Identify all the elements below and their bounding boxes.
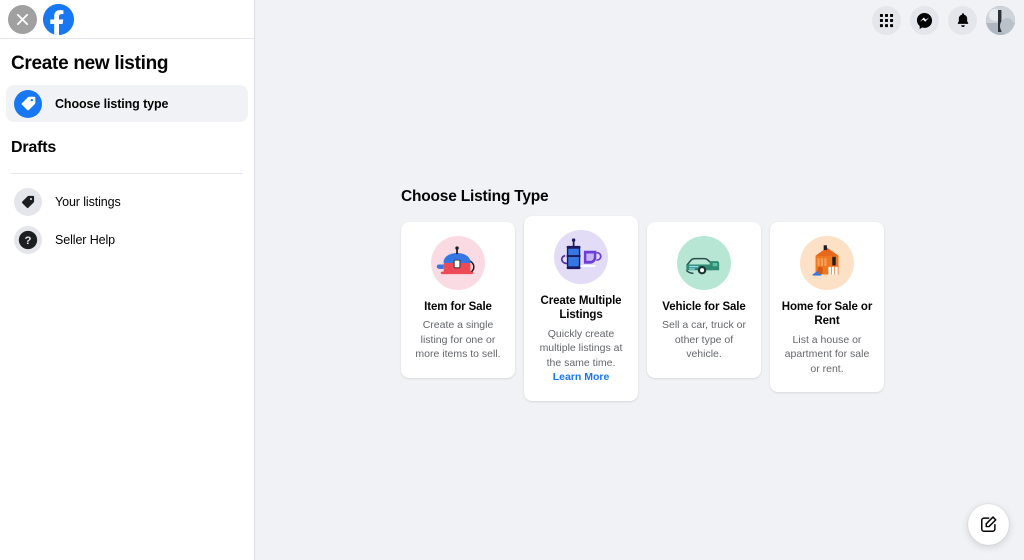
messenger-icon (916, 12, 933, 29)
notifications-bell-icon (955, 12, 971, 28)
pickup-truck-icon (681, 240, 727, 286)
sidebar-item-your-listings[interactable]: Your listings (6, 183, 248, 221)
app-root: Create new listing Choose listing type D… (0, 0, 1024, 560)
card-create-multiple-listings[interactable]: Create Multiple Listings Quickly create … (524, 216, 638, 401)
house-icon-background (800, 236, 854, 290)
french-press-icon-background (554, 230, 608, 284)
card-title: Item for Sale (424, 300, 492, 314)
svg-text:?: ? (25, 235, 32, 247)
card-item-for-sale[interactable]: Item for Sale Create a single listing fo… (401, 222, 515, 378)
avatar[interactable] (986, 6, 1015, 35)
facebook-logo-button[interactable] (43, 4, 74, 35)
pickup-truck-icon-background (677, 236, 731, 290)
sidebar-item-choose-listing-type[interactable]: Choose listing type (6, 85, 248, 122)
sidebar-topbar (0, 0, 254, 39)
card-title: Create Multiple Listings (533, 294, 629, 323)
close-icon (16, 13, 29, 26)
card-home-for-sale-or-rent[interactable]: Home for Sale or Rent List a house or ap… (770, 222, 884, 392)
compose-edit-icon (979, 515, 998, 534)
house-icon (804, 240, 850, 286)
teapot-icon (435, 240, 481, 286)
sidebar: Create new listing Choose listing type D… (0, 0, 255, 560)
sidebar-item-label: Your listings (55, 195, 121, 209)
sidebar-item-label: Seller Help (55, 233, 115, 247)
sidebar-item-label: Choose listing type (55, 97, 168, 111)
sidebar-nav-secondary: Your listings ? Seller Help (0, 174, 254, 259)
card-title: Vehicle for Sale (662, 300, 745, 314)
notifications-button[interactable] (948, 6, 977, 35)
card-description: Sell a car, truck or other type of vehic… (656, 318, 752, 361)
card-vehicle-for-sale[interactable]: Vehicle for Sale Sell a car, truck or ot… (647, 222, 761, 378)
avatar-photo-icon (986, 6, 1015, 35)
learn-more-link[interactable]: Learn More (553, 370, 610, 384)
drafts-heading: Drafts (0, 122, 254, 157)
listing-type-cards: Item for Sale Create a single listing fo… (401, 216, 884, 401)
menu-grid-button[interactable] (872, 6, 901, 35)
card-description: Create a single listing for one or more … (410, 318, 506, 361)
facebook-logo-icon (43, 4, 74, 35)
top-navigation (872, 0, 1024, 40)
french-press-icon (558, 234, 604, 280)
compose-listing-button[interactable] (968, 504, 1009, 545)
price-tag-icon (14, 90, 42, 118)
main-content: Choose Listing Type (255, 0, 1024, 560)
card-title: Home for Sale or Rent (779, 300, 875, 329)
listing-type-section: Choose Listing Type (401, 188, 884, 401)
messenger-button[interactable] (910, 6, 939, 35)
sidebar-nav-primary: Choose listing type (0, 85, 254, 122)
price-tag-icon (14, 188, 42, 216)
page-title: Create new listing (0, 39, 254, 85)
question-mark-icon: ? (14, 226, 42, 254)
card-description: List a house or apartment for sale or re… (779, 333, 875, 376)
card-description: Quickly create multiple listings at the … (533, 327, 629, 370)
teapot-icon-background (431, 236, 485, 290)
close-button[interactable] (8, 5, 37, 34)
menu-grid-icon (879, 13, 894, 28)
section-title: Choose Listing Type (401, 188, 884, 206)
sidebar-item-seller-help[interactable]: ? Seller Help (6, 221, 248, 259)
